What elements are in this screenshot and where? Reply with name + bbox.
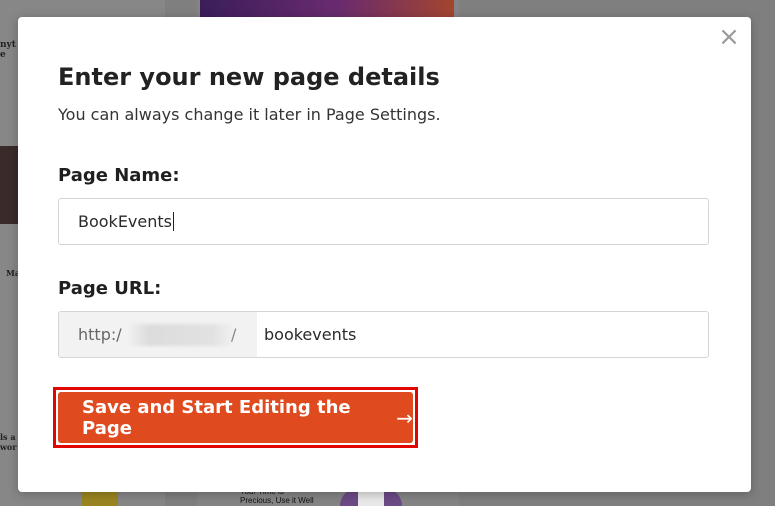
page-name-value: BookEvents — [78, 212, 172, 231]
close-icon[interactable]: × — [717, 24, 741, 50]
background-banner-image — [200, 0, 454, 18]
url-prefix-text: http:/ — [78, 325, 122, 344]
modal-title: Enter your new page details — [58, 63, 440, 91]
url-prefix-addon: http:/ / — [59, 312, 257, 357]
background-yellow-block — [82, 492, 118, 506]
page-name-value-wrap: BookEvents — [78, 212, 174, 231]
background-left-image — [0, 146, 18, 224]
page-url-label: Page URL: — [58, 278, 162, 299]
qr-code-icon — [358, 490, 384, 506]
new-page-modal: × Enter your new page details You can al… — [18, 17, 751, 492]
arrow-right-icon: → — [396, 405, 413, 430]
modal-subtitle: You can always change it later in Page S… — [58, 105, 441, 124]
page-url-slug-value: bookevents — [264, 325, 357, 344]
page-url-field: http:/ / bookevents — [58, 311, 709, 358]
cta-label: Save and Start Editing the Page — [82, 396, 351, 439]
background-text-top: nyt e — [0, 40, 16, 60]
page-name-input[interactable]: BookEvents — [58, 198, 709, 245]
redacted-domain — [127, 324, 235, 346]
page-name-label: Page Name: — [58, 165, 180, 186]
text-caret — [173, 212, 174, 231]
page-url-slug-input[interactable]: bookevents — [257, 312, 708, 357]
background-text-low: ls a wor — [0, 432, 17, 452]
save-and-start-editing-button[interactable]: Save and Start Editing the Page → — [58, 392, 413, 443]
url-slash: / — [231, 325, 237, 344]
